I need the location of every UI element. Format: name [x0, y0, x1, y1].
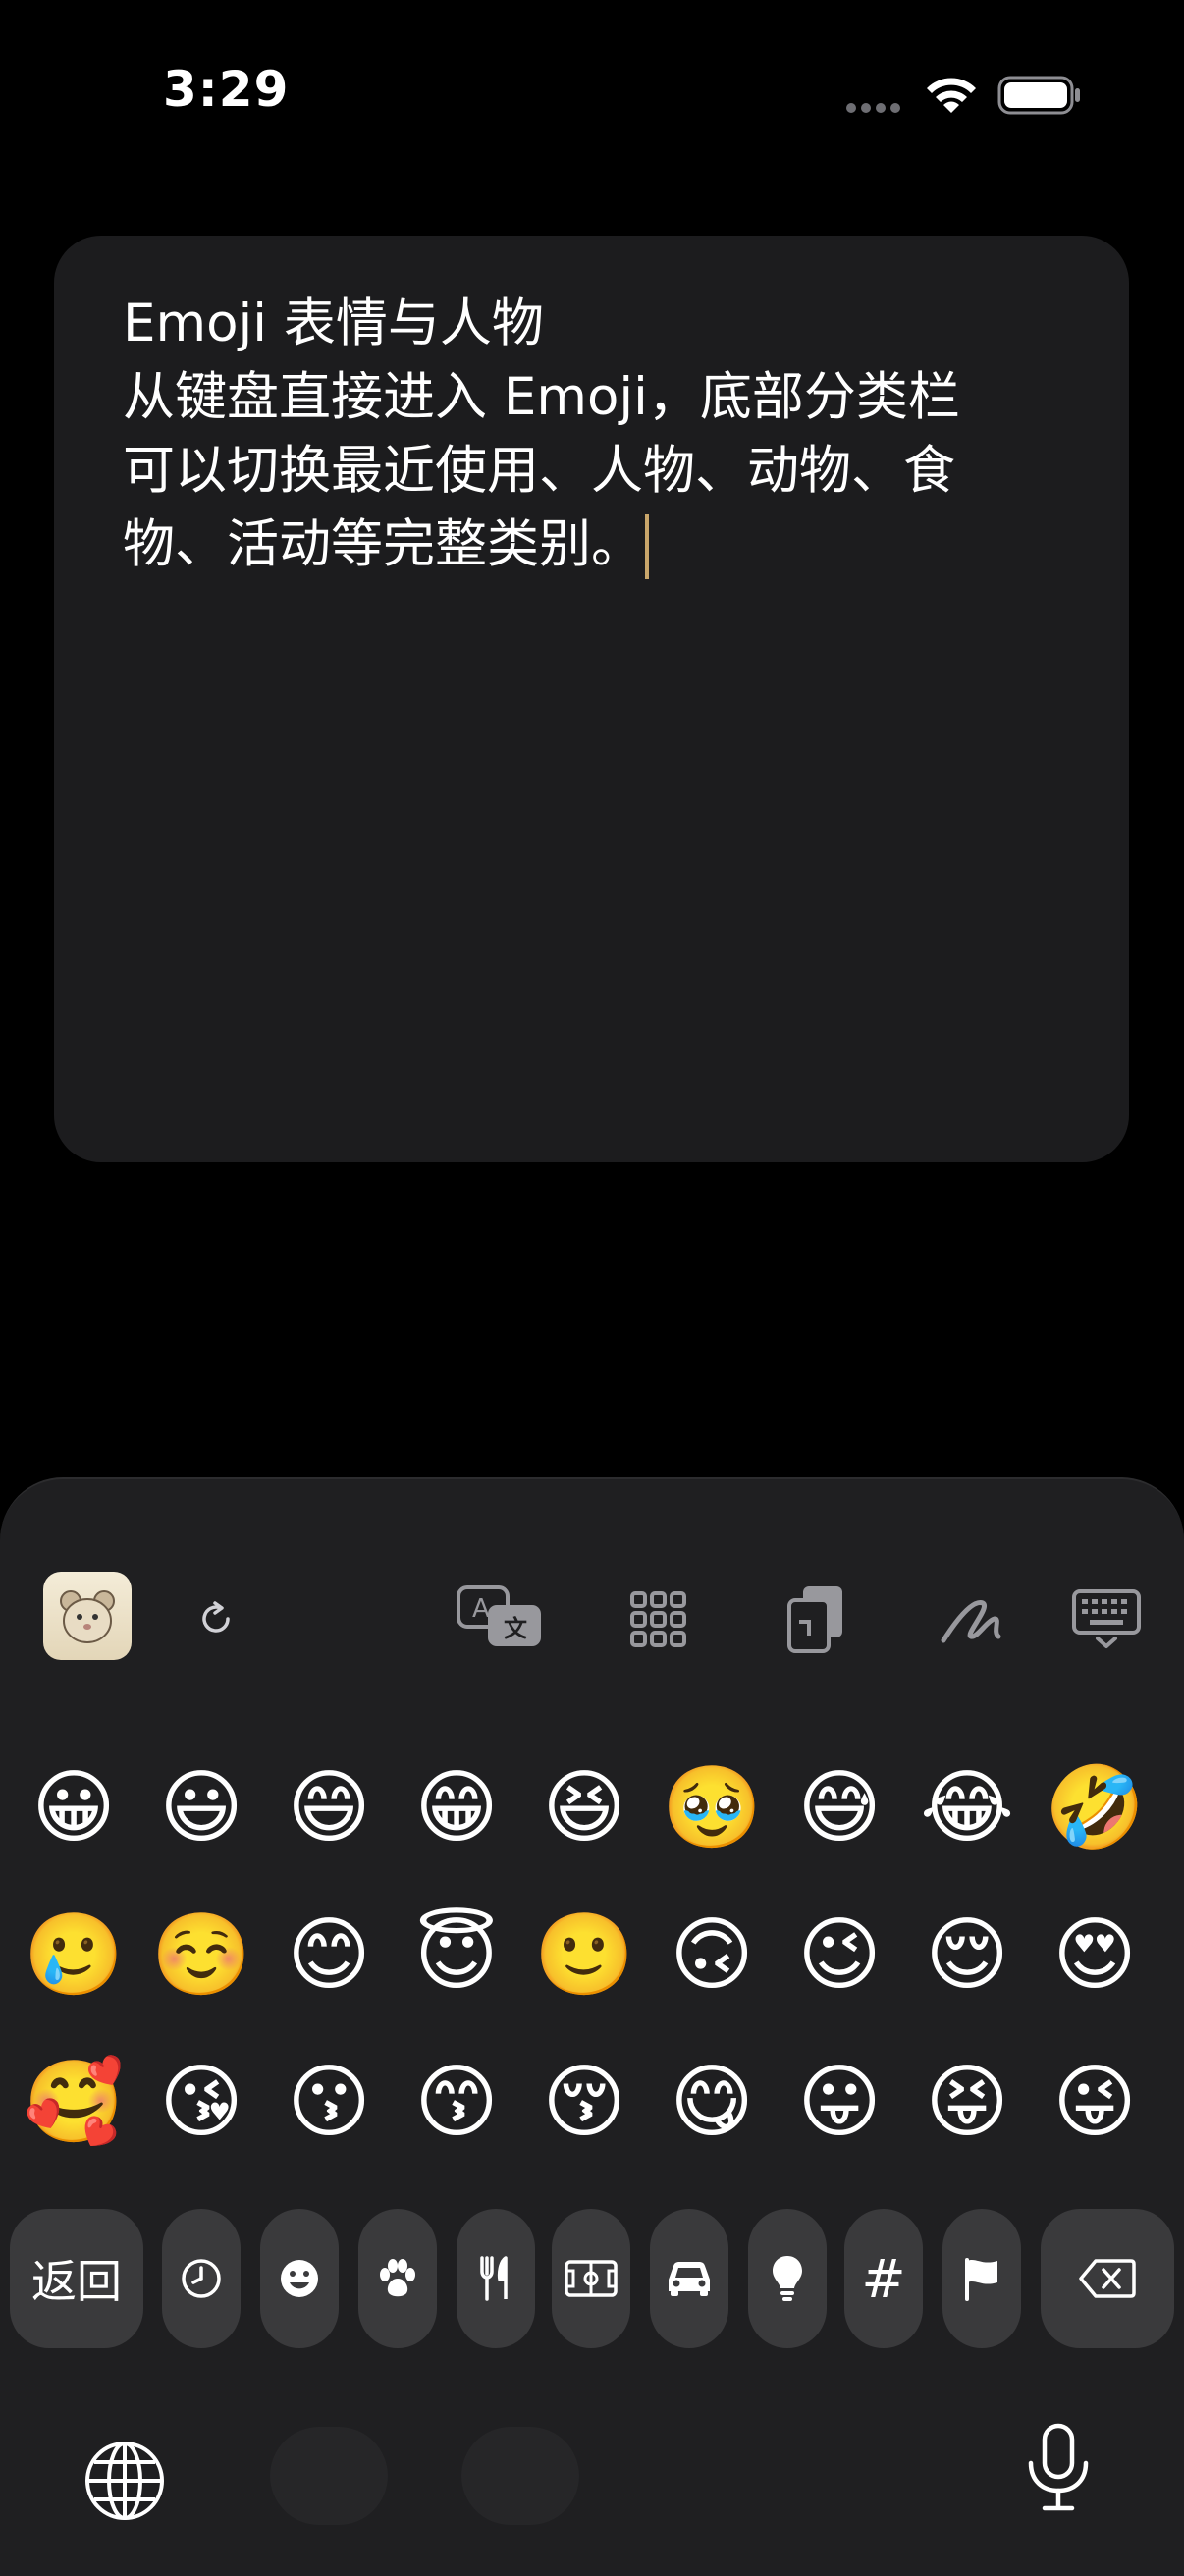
note-line-2: 从键盘直接进入 Emoji，底部分类栏 — [123, 367, 960, 427]
note-line-4: 物、活动等完整类别。 — [123, 514, 643, 574]
return-button[interactable]: 返回 — [10, 2209, 143, 2348]
keyboard-hide-icon[interactable] — [1070, 1587, 1143, 1650]
translate-icon[interactable]: A 文 — [455, 1583, 547, 1652]
emoji-key[interactable]: 🥲 — [10, 1882, 137, 2029]
emoji-key[interactable]: 😍 — [1031, 1882, 1158, 2029]
utensils-icon — [480, 2256, 508, 2301]
status-time: 3:29 — [163, 61, 290, 118]
emoji-key[interactable]: 😋 — [648, 2029, 776, 2176]
smiley-icon — [281, 2260, 318, 2297]
emoji-grid: 😀 😃 😄 😁 😆 🥹 😅 😂 🤣 🥲 ☺️ 😊 😇 🙂 🙃 😉 😌 😍 🥰 😘… — [0, 1735, 1184, 2176]
globe-icon[interactable] — [82, 2439, 167, 2523]
emoji-key[interactable]: 😚 — [520, 2029, 648, 2176]
emoji-key[interactable]: 😇 — [393, 1882, 520, 2029]
emoji-key[interactable]: 😌 — [903, 1882, 1031, 2029]
microphone-icon[interactable] — [1021, 2422, 1096, 2516]
emoji-key[interactable]: 🥹 — [648, 1735, 776, 1882]
emoji-key[interactable]: ☺️ — [137, 1882, 265, 2029]
lightbulb-icon — [773, 2256, 802, 2301]
soccer-field-icon — [565, 2260, 618, 2297]
battery-icon — [997, 76, 1080, 115]
category-animals[interactable] — [358, 2209, 437, 2348]
blurred-key — [270, 2427, 388, 2525]
category-activity[interactable] — [552, 2209, 630, 2348]
emoji-key[interactable]: 😄 — [265, 1735, 393, 1882]
paw-icon — [380, 2259, 415, 2297]
emoji-key[interactable]: 😘 — [137, 2029, 265, 2176]
wifi-icon — [927, 78, 976, 113]
category-recent[interactable] — [162, 2209, 241, 2348]
emoji-key[interactable]: 😀 — [10, 1735, 137, 1882]
emoji-key[interactable]: 😊 — [265, 1882, 393, 2029]
category-flags[interactable] — [942, 2209, 1021, 2348]
svg-text:文: 文 — [504, 1615, 528, 1642]
text-cursor — [645, 514, 649, 580]
hamster-icon — [60, 1590, 115, 1643]
emoji-key[interactable]: 😆 — [520, 1735, 648, 1882]
handwriting-icon[interactable] — [938, 1589, 1006, 1648]
emoji-key[interactable]: 😝 — [903, 2029, 1031, 2176]
category-smileys[interactable] — [260, 2209, 339, 2348]
app-icon[interactable] — [43, 1572, 132, 1660]
delete-button[interactable] — [1041, 2209, 1174, 2348]
svg-text:A: A — [472, 1594, 490, 1624]
emoji-key[interactable]: 😂 — [903, 1735, 1031, 1882]
emoji-keyboard: A 文 😀 😃 😄 😁 😆 🥹 😅 😂 🤣 🥲 ☺️ 😊 😇 🙂 🙃 😉 😌 😍… — [0, 1477, 1184, 2576]
note-line-3: 可以切换最近使用、人物、动物、食 — [123, 441, 955, 501]
clock-icon — [182, 2259, 221, 2298]
emoji-category-bar: 返回 # — [0, 2201, 1184, 2348]
emoji-key[interactable]: 😛 — [776, 2029, 903, 2176]
emoji-key[interactable]: 🙂 — [520, 1882, 648, 2029]
note-line-1: Emoji 表情与人物 — [123, 294, 544, 353]
emoji-key[interactable]: 🙃 — [648, 1882, 776, 2029]
category-travel[interactable] — [650, 2209, 728, 2348]
refresh-icon[interactable] — [192, 1595, 240, 1642]
category-symbols[interactable]: # — [844, 2209, 923, 2348]
category-food[interactable] — [457, 2209, 535, 2348]
blurred-key — [461, 2427, 579, 2525]
flag-icon — [965, 2258, 997, 2301]
note-text-area[interactable]: Emoji 表情与人物 从键盘直接进入 Emoji，底部分类栏 可以切换最近使用… — [54, 236, 1129, 1162]
grid-apps-icon[interactable] — [628, 1589, 689, 1650]
emoji-key[interactable]: 😉 — [776, 1882, 903, 2029]
emoji-key[interactable]: 🥰 — [10, 2029, 137, 2176]
category-objects[interactable] — [748, 2209, 827, 2348]
keyboard-bottom-row — [0, 2397, 1184, 2545]
emoji-key[interactable]: 😙 — [393, 2029, 520, 2176]
emoji-key[interactable]: 😜 — [1031, 2029, 1158, 2176]
note-content: Emoji 表情与人物 从键盘直接进入 Emoji，底部分类栏 可以切换最近使用… — [123, 287, 1095, 581]
clipboard-icon[interactable] — [785, 1583, 846, 1655]
backspace-icon — [1079, 2259, 1136, 2298]
emoji-key[interactable]: 😅 — [776, 1735, 903, 1882]
car-icon — [669, 2262, 710, 2296]
emoji-key[interactable]: 😁 — [393, 1735, 520, 1882]
cellular-signal-icon — [846, 103, 900, 113]
emoji-key[interactable]: 😗 — [265, 2029, 393, 2176]
emoji-key[interactable]: 😃 — [137, 1735, 265, 1882]
emoji-key[interactable]: 🤣 — [1031, 1735, 1158, 1882]
